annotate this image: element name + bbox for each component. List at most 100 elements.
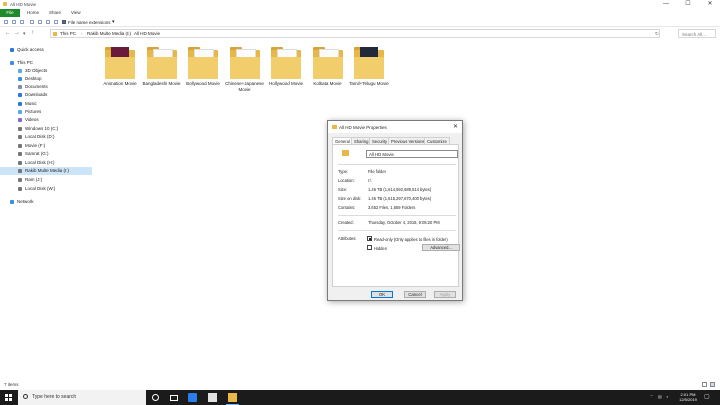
ok-button[interactable]: OK bbox=[371, 291, 393, 298]
hidden-label: Hidden bbox=[374, 245, 387, 251]
layout-icon[interactable] bbox=[12, 20, 16, 24]
tab-file[interactable]: File bbox=[0, 9, 20, 17]
sidebar-item-samrat-g[interactable]: Samrat (G:) bbox=[0, 150, 92, 158]
list-icon[interactable] bbox=[38, 20, 42, 24]
clock[interactable]: 2:01 PM 12/5/2019 bbox=[676, 392, 700, 402]
volume-icon[interactable]: ◖ bbox=[666, 394, 668, 399]
taskbar-search-text: Type here to search bbox=[32, 394, 77, 400]
tab-previous-versions[interactable]: Previous Versions bbox=[388, 137, 428, 144]
sidebar-item-label: Local Disk (H:) bbox=[25, 160, 55, 165]
readonly-checkbox[interactable] bbox=[367, 236, 372, 241]
taskbar-search-box[interactable]: Type here to search bbox=[18, 390, 146, 405]
folder-item[interactable]: Hollywood Movie bbox=[265, 45, 307, 97]
sidebar-item-documents[interactable]: Documents bbox=[0, 83, 92, 91]
sidebar-item-ram-j[interactable]: Ram (J:) bbox=[0, 176, 92, 184]
large-icons-view-icon[interactable] bbox=[710, 382, 715, 387]
tab-customize[interactable]: Customize bbox=[424, 137, 450, 144]
sidebar-item-label: Downloads bbox=[25, 92, 48, 97]
sidebar-item-label: Music bbox=[25, 101, 37, 106]
cancel-button[interactable]: Cancel bbox=[404, 291, 426, 298]
readonly-label: Read-only (Only applies to files in fold… bbox=[374, 236, 448, 242]
file-extensions-checkbox[interactable] bbox=[62, 20, 66, 24]
crumb-drive[interactable]: Rakib Multe Media (I:) bbox=[87, 31, 131, 36]
up-icon[interactable]: ↑ bbox=[31, 30, 34, 36]
sidebar-item-pictures[interactable]: Pictures bbox=[0, 108, 92, 116]
network-tray-icon[interactable]: ▤ bbox=[658, 394, 662, 399]
crumb-folder[interactable]: All HD Movie bbox=[134, 31, 160, 36]
folder-name-field[interactable]: All HD Movie bbox=[366, 150, 458, 158]
edge-icon[interactable] bbox=[188, 393, 197, 402]
sidebar-item-desktop[interactable]: Desktop bbox=[0, 75, 92, 83]
back-icon[interactable]: ← bbox=[5, 30, 11, 36]
sidebar-item-downloads[interactable]: Downloads bbox=[0, 91, 92, 99]
apply-button[interactable]: Apply bbox=[434, 291, 456, 298]
sidebar-item-this-pc[interactable]: This PC bbox=[0, 59, 92, 67]
sidebar-item-label: Local Disk (W:) bbox=[25, 186, 56, 191]
sidebar-item-label: Desktop bbox=[25, 76, 42, 81]
folder-item[interactable]: Kolkata Movie bbox=[307, 45, 349, 97]
sidebar-item-local-disk-h[interactable]: Local Disk (H:) bbox=[0, 159, 92, 167]
tab-home[interactable]: Home bbox=[22, 9, 44, 17]
sidebar-item-windows-10-c[interactable]: Windows 10 (C:) bbox=[0, 125, 92, 133]
sidebar-item-label: Pictures bbox=[25, 109, 42, 114]
maximize-button[interactable]: ☐ bbox=[680, 0, 696, 9]
prop-row-size-on-disk: Size on disk: 1.46 TB (1,615,297,670,400… bbox=[338, 196, 458, 202]
folder-item[interactable]: Tamil+Telugu Movie bbox=[348, 45, 390, 97]
advanced-button[interactable]: Advanced... bbox=[422, 244, 460, 251]
video-icon bbox=[18, 118, 22, 122]
sidebar-item-label: Samrat (G:) bbox=[25, 151, 49, 156]
folder-item[interactable]: Bangladeshi Movie bbox=[141, 45, 183, 97]
sidebar-item-videos[interactable]: Videos bbox=[0, 116, 92, 124]
sidebar-item-music[interactable]: Music bbox=[0, 100, 92, 108]
notifications-icon[interactable]: ▢ bbox=[704, 393, 710, 400]
details-view-icon[interactable] bbox=[702, 382, 707, 387]
forward-icon[interactable]: → bbox=[14, 30, 20, 36]
drive-icon bbox=[18, 152, 22, 156]
dialog-close-icon[interactable]: ✕ bbox=[453, 123, 458, 130]
cortana-icon[interactable] bbox=[152, 394, 159, 401]
tab-share[interactable]: Share bbox=[44, 9, 66, 17]
drive-icon bbox=[18, 187, 22, 191]
crumb-this-pc[interactable]: This PC bbox=[60, 31, 76, 36]
minimize-button[interactable]: — bbox=[658, 0, 674, 9]
navigation-pane: Quick access This PC 3D Objects Desktop Docu… bbox=[0, 42, 92, 382]
folder-item[interactable]: Bollywood Movie bbox=[182, 45, 224, 97]
sidebar-item-3d-objects[interactable]: 3D Objects bbox=[0, 67, 92, 75]
sort-icon[interactable] bbox=[46, 20, 50, 24]
close-button[interactable]: ✕ bbox=[702, 0, 718, 9]
sidebar-item-movie-f[interactable]: Movie (F:) bbox=[0, 142, 92, 150]
search-input[interactable]: Search All... bbox=[678, 29, 716, 38]
task-view-icon[interactable] bbox=[170, 395, 178, 401]
tab-security[interactable]: Security bbox=[369, 137, 391, 144]
sidebar-item-quick-access[interactable]: Quick access bbox=[0, 46, 92, 54]
file-explorer-icon[interactable] bbox=[226, 393, 239, 405]
store-icon[interactable] bbox=[208, 393, 217, 402]
details-icon[interactable] bbox=[20, 20, 24, 24]
sidebar-item-local-disk-d[interactable]: Local Disk (D:) bbox=[0, 133, 92, 141]
drive-icon bbox=[18, 144, 22, 148]
file-extensions-label: File name extensions bbox=[68, 19, 111, 25]
folder-item[interactable]: Chinese+Japanese Movie bbox=[224, 45, 266, 97]
prop-key: Contains: bbox=[338, 205, 356, 210]
cube-icon bbox=[18, 69, 22, 73]
tab-view[interactable]: View bbox=[66, 9, 86, 17]
chevron-down-icon[interactable]: ▾ bbox=[23, 31, 26, 37]
group-icon[interactable] bbox=[54, 20, 58, 24]
hidden-checkbox[interactable] bbox=[367, 245, 372, 250]
folder-name: Tamil+Telugu Movie bbox=[349, 81, 389, 86]
sidebar-item-local-disk-w[interactable]: Local Disk (W:) bbox=[0, 185, 92, 193]
folder-icon bbox=[312, 47, 343, 79]
refresh-icon[interactable]: ↻ bbox=[655, 31, 659, 37]
large-icons-icon[interactable] bbox=[30, 20, 34, 24]
address-bar[interactable]: This PC › Rakib Multe Media (I:) › All H… bbox=[50, 29, 660, 38]
prop-row-created: Created: Thursday, October 4, 2018, 9:05… bbox=[338, 220, 458, 226]
layout-icon[interactable] bbox=[4, 20, 8, 24]
chevron-down-icon[interactable]: ▾ bbox=[112, 19, 115, 25]
tray-chevron-icon[interactable]: ⌃ bbox=[650, 394, 653, 399]
folder-icon bbox=[342, 150, 349, 156]
sidebar-item-rakib-multe-media-i[interactable]: Rakib Multe Media (I:) bbox=[0, 167, 92, 175]
folder-item[interactable]: Animation Movie bbox=[99, 45, 141, 97]
title-bar: All HD Movie — ☐ ✕ bbox=[0, 0, 720, 9]
sidebar-item-network[interactable]: Network bbox=[0, 198, 92, 206]
windows-start-icon[interactable] bbox=[5, 394, 12, 401]
